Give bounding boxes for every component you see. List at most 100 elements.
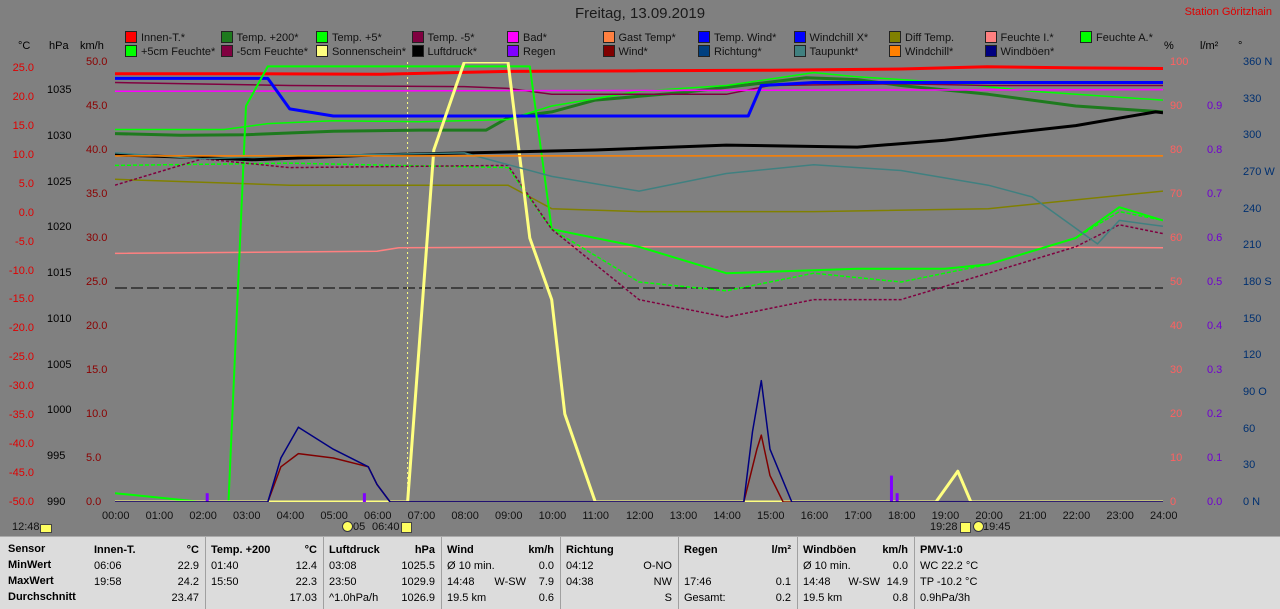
stats-cell-time: 04:12 [566,560,594,572]
stats-cell-value: 0.2 [775,592,791,604]
axis-tick-label: 15.0 [86,364,108,376]
legend-label: Windböen* [1000,46,1055,58]
stats-column-unit: °C [186,544,199,556]
stats-cell-time: Ø 10 min. [803,560,851,572]
stats-cell-row: Ø 10 min. 0.0 [803,559,908,574]
axis-tick-label: 0.1 [1207,452,1223,464]
legend-swatch [411,45,424,57]
start-marker [40,524,52,533]
x-tick-label: 18:00 [888,510,916,522]
stats-cell-time: TP -10.2 °C [920,576,978,588]
stats-cell-time: 19:58 [94,576,122,588]
axis-tick-label: 1000 [47,404,72,417]
series-5cm-feuchte [115,158,1163,318]
sunset-icon [960,522,971,533]
stats-row-header: MaxWert [8,575,54,587]
legend-item: Taupunkt* [793,45,858,58]
axis-tick-label: 1015 [47,267,72,280]
x-tick-label: 13:00 [669,510,698,522]
stats-cell-row: 19:58 24.2 [94,575,199,590]
axis-tick-label: 0 N [1243,496,1261,508]
axis-tick-label: 50 [1170,276,1183,288]
stats-column-header: Wind km/h [447,543,554,558]
stats-column: PMV-1:0 WC 22.2 °C TP -10.2 °C 0.9hPa/3h [914,537,1280,609]
axis-tick-label: -50.0 [8,496,34,508]
legend-swatch [889,31,901,43]
x-tick-label: 00:00 [102,510,130,522]
stats-cell-value: NW [653,576,672,588]
series-innen-t [115,65,1163,76]
rain-bar [362,493,366,502]
axis-tick-label: 10.0 [12,148,34,161]
axis-tick-label: 1010 [47,312,72,325]
moonrise-label: 19:45 [983,521,1011,533]
legend-label: +5cm Feuchte* [141,46,216,58]
legend-swatch [698,45,710,57]
axis-tick-label: 20 [1170,408,1183,420]
legend-swatch [602,31,615,43]
stats-cell-time: 06:06 [94,560,122,572]
legend-label: Feuchte A.* [1096,32,1153,44]
legend-label: Wind* [618,46,648,58]
rain-axis-unit: l/m² [1200,40,1219,52]
temp-axis-unit: °C [18,40,31,52]
stats-column-header: PMV-1:0 [920,543,1274,558]
chart-title: Freitag, 13.09.2019 [574,5,706,22]
stats-cell-row: 0.9hPa/3h [920,591,1274,606]
stats-cell-row: S [566,591,672,606]
legend-label: Diff Temp. [905,32,955,44]
x-tick-label: 09:00 [495,510,523,522]
axis-tick-label: -30.0 [8,380,34,393]
rain-bar [205,493,209,502]
stats-row-header: Durchschnitt [8,591,76,603]
axis-tick-label: 45.0 [86,100,108,112]
stats-cell-dir: W-SW [848,576,880,588]
legend-swatch [316,45,328,57]
stats-cell-row: 06:06 22.9 [94,559,199,574]
legend-swatch [889,45,901,57]
dir-axis-unit: ° [1238,40,1243,52]
weather-plot [115,62,1163,502]
stats-column-header: Temp. +200 °C [211,543,317,558]
stats-cell-row: 04:12 O-NO [566,559,672,574]
stats-column-unit: °C [304,544,317,556]
legend-swatch [125,45,137,57]
stats-column-unit: l/m² [771,544,791,556]
stats-cell-row: 19.5 km 0.6 [447,591,554,606]
legend-item: Feuchte I.* [984,31,1054,44]
stats-cell-value: 23.47 [171,592,199,604]
axis-tick-label: 90 O [1243,386,1267,398]
legend-label: Bad* [523,32,547,44]
axis-tick-label: 0.7 [1207,188,1223,200]
sun-icon [401,522,412,533]
legend-item: Innen-T.* [125,31,185,44]
legend-label: Windchill* [905,46,954,58]
legend-swatch [220,45,233,57]
axis-tick-label: 10 [1170,452,1183,464]
legend-swatch [316,31,328,43]
x-tick-label: 11:00 [582,510,610,522]
legend-item: Wind* [602,45,648,58]
axis-tick-label: 330 [1243,92,1262,105]
stats-column-title: Wind [447,544,474,556]
stats-row-header: MinWert [8,559,52,571]
stats-cell-row: 15:50 22.3 [211,575,317,590]
x-tick-label: 12:00 [626,510,654,522]
x-tick-label: 08:00 [451,510,479,522]
stats-cell-row [684,559,791,574]
axis-tick-label: 1005 [47,358,72,371]
stats-column-title: Windböen [803,544,857,556]
axis-tick-label: 0.4 [1207,320,1223,332]
stats-cell-value: 1029.9 [401,576,435,588]
stats-cell-time: ^1.0hPa/h [329,592,379,604]
stats-cell-time: Gesamt: [684,592,726,604]
start-time-label: 12:48 [12,521,40,533]
legend-label: Innen-T.* [141,32,186,44]
stats-cell-value: 0.6 [538,592,554,604]
axis-tick-label: 120 [1243,349,1262,362]
x-tick-label: 17:00 [844,510,872,522]
axis-tick-label: 30 [1170,364,1183,376]
legend-item: -5cm Feuchte* [220,45,308,58]
axis-tick-label: 60 [1243,422,1256,435]
axis-tick-label: 50.0 [86,56,108,68]
